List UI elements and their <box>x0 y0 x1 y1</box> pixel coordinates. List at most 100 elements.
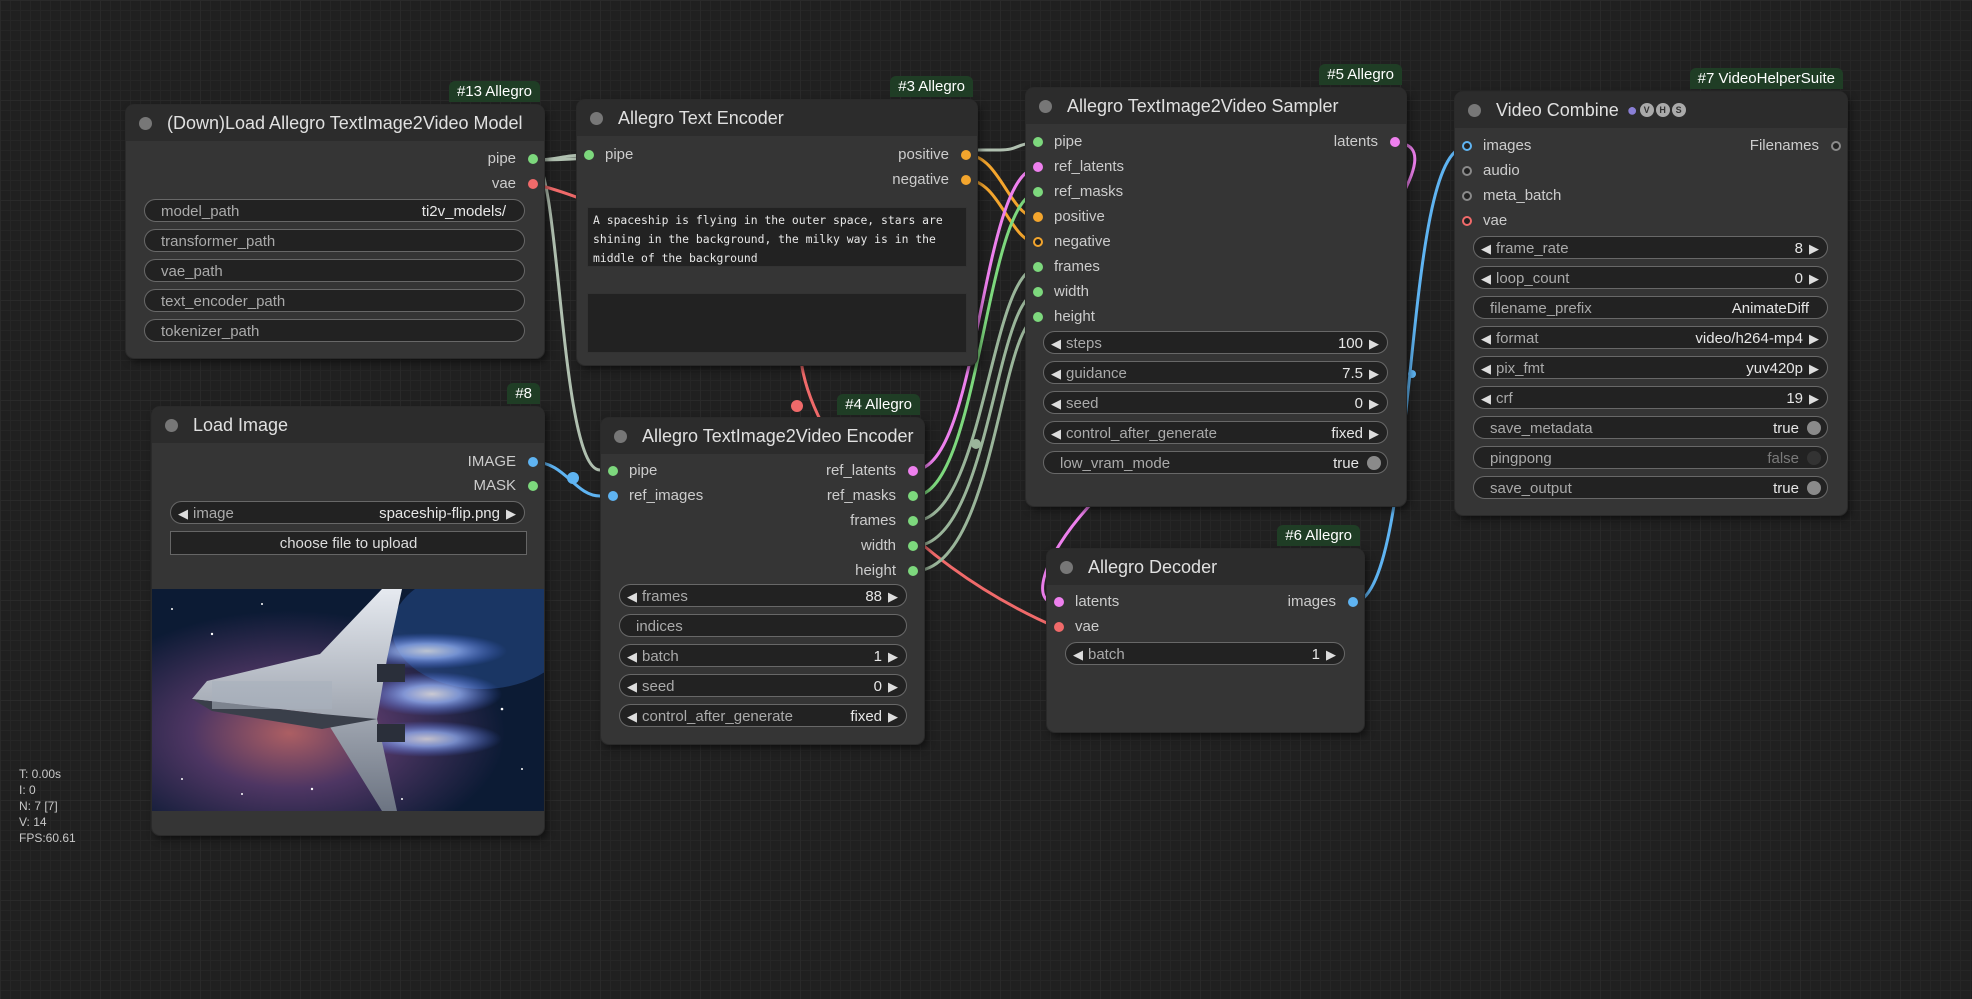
transformer-path-widget[interactable]: transformer_path <box>144 229 525 252</box>
arrow-right-icon[interactable]: ▶ <box>1326 643 1336 666</box>
input-images[interactable]: images <box>1455 135 1643 157</box>
slot-dot-icon[interactable] <box>528 481 538 491</box>
model-path-widget[interactable]: model_path ti2v_models/ <box>144 199 525 222</box>
slot-dot-icon[interactable] <box>528 457 538 467</box>
arrow-left-icon[interactable]: ◀ <box>627 705 637 728</box>
input-positive[interactable]: positive <box>1026 206 1234 228</box>
slot-dot-icon[interactable] <box>1033 312 1043 322</box>
crf-widget[interactable]: ◀ crf 19 ▶ <box>1473 386 1828 409</box>
input-latents[interactable]: latents <box>1047 591 1205 613</box>
frame-rate-widget[interactable]: ◀ frame_rate 8 ▶ <box>1473 236 1828 259</box>
slot-dot-icon[interactable] <box>1054 622 1064 632</box>
input-ref-images[interactable]: ref_images <box>601 485 759 507</box>
arrow-left-icon[interactable]: ◀ <box>1481 387 1491 410</box>
arrow-right-icon[interactable]: ▶ <box>1809 387 1819 410</box>
arrow-left-icon[interactable]: ◀ <box>1051 332 1061 355</box>
slot-dot-icon[interactable] <box>1462 166 1472 176</box>
output-width[interactable]: width <box>861 535 924 557</box>
low-vram-mode-toggle[interactable]: low_vram_mode true <box>1043 451 1388 474</box>
control-after-generate-widget[interactable]: ◀ control_after_generate fixed ▶ <box>619 704 907 727</box>
output-latents[interactable]: latents <box>1334 131 1406 153</box>
pix-fmt-widget[interactable]: ◀ pix_fmt yuv420p ▶ <box>1473 356 1828 379</box>
output-image[interactable]: IMAGE <box>468 451 544 473</box>
frames-widget[interactable]: ◀ frames 88 ▶ <box>619 584 907 607</box>
batch-widget[interactable]: ◀ batch 1 ▶ <box>619 644 907 667</box>
output-height[interactable]: height <box>855 560 924 582</box>
arrow-right-icon[interactable]: ▶ <box>1369 392 1379 415</box>
input-audio[interactable]: audio <box>1455 160 1643 182</box>
collapse-dot-icon[interactable] <box>1060 560 1073 574</box>
arrow-right-icon[interactable]: ▶ <box>1809 267 1819 290</box>
node-title[interactable]: (Down)Load Allegro TextImage2Video Model <box>126 105 544 141</box>
input-negative[interactable]: negative <box>1026 231 1234 253</box>
arrow-left-icon[interactable]: ◀ <box>627 585 637 608</box>
input-height[interactable]: height <box>1026 306 1234 328</box>
slot-dot-icon[interactable] <box>1831 141 1841 151</box>
slot-dot-icon[interactable] <box>1390 137 1400 147</box>
seed-widget[interactable]: ◀ seed 0 ▶ <box>1043 391 1388 414</box>
image-select-widget[interactable]: ◀ image spaceship-flip.png ▶ <box>170 501 525 524</box>
slot-dot-icon[interactable] <box>961 175 971 185</box>
arrow-left-icon[interactable]: ◀ <box>1481 267 1491 290</box>
output-vae[interactable]: vae <box>492 173 544 195</box>
slot-dot-icon[interactable] <box>1033 212 1043 222</box>
slot-dot-icon[interactable] <box>584 150 594 160</box>
encoder-node[interactable]: #4 Allegro Allegro TextImage2Video Encod… <box>601 394 924 744</box>
input-meta-batch[interactable]: meta_batch <box>1455 185 1643 207</box>
collapse-dot-icon[interactable] <box>139 116 152 130</box>
arrow-left-icon[interactable]: ◀ <box>1481 237 1491 260</box>
seed-widget[interactable]: ◀ seed 0 ▶ <box>619 674 907 697</box>
text-encoder-path-widget[interactable]: text_encoder_path <box>144 289 525 312</box>
slot-dot-icon[interactable] <box>1054 597 1064 607</box>
steps-widget[interactable]: ◀ steps 100 ▶ <box>1043 331 1388 354</box>
slot-dot-icon[interactable] <box>908 566 918 576</box>
arrow-left-icon[interactable]: ◀ <box>1481 357 1491 380</box>
slot-dot-icon[interactable] <box>1462 216 1472 226</box>
control-after-generate-widget[interactable]: ◀ control_after_generate fixed ▶ <box>1043 421 1388 444</box>
slot-dot-icon[interactable] <box>1033 237 1043 247</box>
output-filenames[interactable]: Filenames <box>1750 135 1847 157</box>
arrow-left-icon[interactable]: ◀ <box>1051 392 1061 415</box>
text-encoder-node[interactable]: #3 Allegro Allegro Text Encoder pipe pos… <box>577 76 977 365</box>
input-pipe[interactable]: pipe <box>601 460 759 482</box>
video-combine-node[interactable]: #7 VideoHelperSuite Video Combine ● V H S im… <box>1455 68 1847 515</box>
save-output-toggle[interactable]: save_output true <box>1473 476 1828 499</box>
arrow-right-icon[interactable]: ▶ <box>888 645 898 668</box>
output-frames[interactable]: frames <box>850 510 924 532</box>
positive-prompt-textarea[interactable]: A spaceship is flying in the outer space… <box>587 207 967 267</box>
arrow-right-icon[interactable]: ▶ <box>1369 422 1379 445</box>
slot-dot-icon[interactable] <box>1033 187 1043 197</box>
arrow-left-icon[interactable]: ◀ <box>1481 327 1491 350</box>
sampler-node[interactable]: #5 Allegro Allegro TextImage2Video Sampl… <box>1026 64 1406 506</box>
negative-prompt-textarea[interactable] <box>587 293 967 353</box>
slot-dot-icon[interactable] <box>1348 597 1358 607</box>
slot-dot-icon[interactable] <box>1033 287 1043 297</box>
arrow-right-icon[interactable]: ▶ <box>506 502 516 525</box>
collapse-dot-icon[interactable] <box>165 418 178 432</box>
input-vae[interactable]: vae <box>1047 616 1205 638</box>
arrow-right-icon[interactable]: ▶ <box>1809 327 1819 350</box>
slot-dot-icon[interactable] <box>1462 191 1472 201</box>
input-ref-masks[interactable]: ref_masks <box>1026 181 1234 203</box>
output-negative[interactable]: negative <box>892 169 977 191</box>
slot-dot-icon[interactable] <box>1462 141 1472 151</box>
output-positive[interactable]: positive <box>898 144 977 166</box>
input-frames[interactable]: frames <box>1026 256 1234 278</box>
arrow-right-icon[interactable]: ▶ <box>1369 362 1379 385</box>
slot-dot-icon[interactable] <box>528 154 538 164</box>
tokenizer-path-widget[interactable]: tokenizer_path <box>144 319 525 342</box>
save-metadata-toggle[interactable]: save_metadata true <box>1473 416 1828 439</box>
slot-dot-icon[interactable] <box>961 150 971 160</box>
output-ref-latents[interactable]: ref_latents <box>826 460 924 482</box>
slot-dot-icon[interactable] <box>908 491 918 501</box>
node-title[interactable]: Allegro Text Encoder <box>577 100 977 136</box>
arrow-left-icon[interactable]: ◀ <box>1051 422 1061 445</box>
arrow-right-icon[interactable]: ▶ <box>1369 332 1379 355</box>
arrow-right-icon[interactable]: ▶ <box>888 585 898 608</box>
indices-widget[interactable]: indices <box>619 614 907 637</box>
collapse-dot-icon[interactable] <box>614 429 627 443</box>
input-width[interactable]: width <box>1026 281 1234 303</box>
slot-dot-icon[interactable] <box>1033 162 1043 172</box>
node-title[interactable]: Video Combine ● V H S <box>1455 92 1847 128</box>
filename-prefix-widget[interactable]: filename_prefix AnimateDiff <box>1473 296 1828 319</box>
